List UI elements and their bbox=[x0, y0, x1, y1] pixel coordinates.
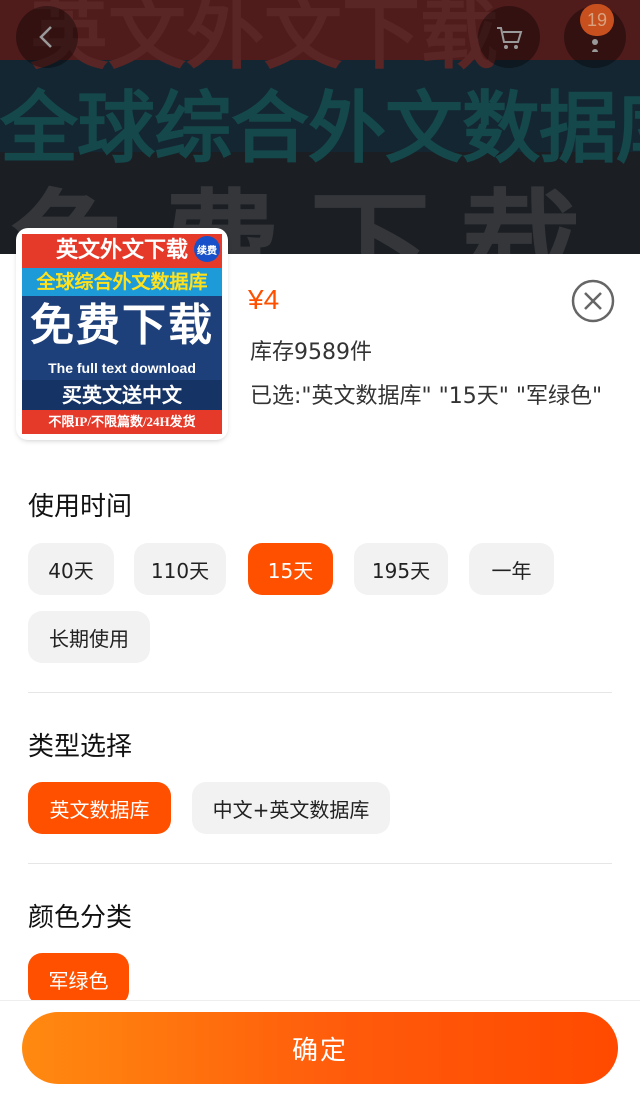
thumb-line-1: 英文外文下载 bbox=[22, 234, 222, 268]
thumbnail-image: 英文外文下载 续费 全球综合外文数据库 免费下载 The full text d… bbox=[22, 234, 222, 434]
chevron-left-icon bbox=[39, 26, 52, 48]
confirm-button[interactable]: 确定 bbox=[22, 1012, 618, 1084]
divider bbox=[28, 692, 612, 693]
cart-icon bbox=[497, 27, 523, 49]
thumb-line-2: 全球综合外文数据库 bbox=[22, 268, 222, 296]
section-title-color: 颜色分类 bbox=[28, 903, 133, 933]
section-title-time: 使用时间 bbox=[28, 492, 133, 522]
cart-count-badge: 19 bbox=[580, 4, 614, 36]
close-circle-icon bbox=[571, 279, 615, 323]
thumb-line-5: 买英文送中文 bbox=[22, 380, 222, 410]
option-time-110d[interactable]: 110天 bbox=[134, 543, 226, 595]
thumb-line-6: 不限IP/不限篇数/24H发货 bbox=[22, 410, 222, 434]
option-type-cn-en-db[interactable]: 中文+英文数据库 bbox=[192, 782, 390, 834]
option-time-1year[interactable]: 一年 bbox=[469, 543, 554, 595]
selected-summary: 已选:"英文数据库" "15天" "军绿色" bbox=[250, 384, 603, 409]
option-type-english-db[interactable]: 英文数据库 bbox=[28, 782, 171, 834]
cart-button[interactable] bbox=[478, 6, 540, 68]
option-color-army-green[interactable]: 军绿色 bbox=[28, 953, 129, 1005]
back-button[interactable] bbox=[16, 6, 78, 68]
thumb-badge: 续费 bbox=[194, 236, 220, 262]
divider bbox=[28, 863, 612, 864]
thumb-line-4: The full text download bbox=[22, 356, 222, 380]
option-time-40d[interactable]: 40天 bbox=[28, 543, 114, 595]
stock-count: 库存9589件 bbox=[250, 340, 372, 365]
thumb-line-3: 免费下载 bbox=[22, 296, 222, 356]
section-title-type: 类型选择 bbox=[28, 732, 133, 762]
option-time-15d[interactable]: 15天 bbox=[248, 543, 333, 595]
product-price: ¥4 bbox=[248, 284, 280, 315]
product-thumbnail[interactable]: 英文外文下载 续费 全球综合外文数据库 免费下载 The full text d… bbox=[18, 230, 226, 438]
close-button[interactable] bbox=[570, 278, 616, 324]
option-time-195d[interactable]: 195天 bbox=[354, 543, 448, 595]
option-time-long-term[interactable]: 长期使用 bbox=[28, 611, 150, 663]
